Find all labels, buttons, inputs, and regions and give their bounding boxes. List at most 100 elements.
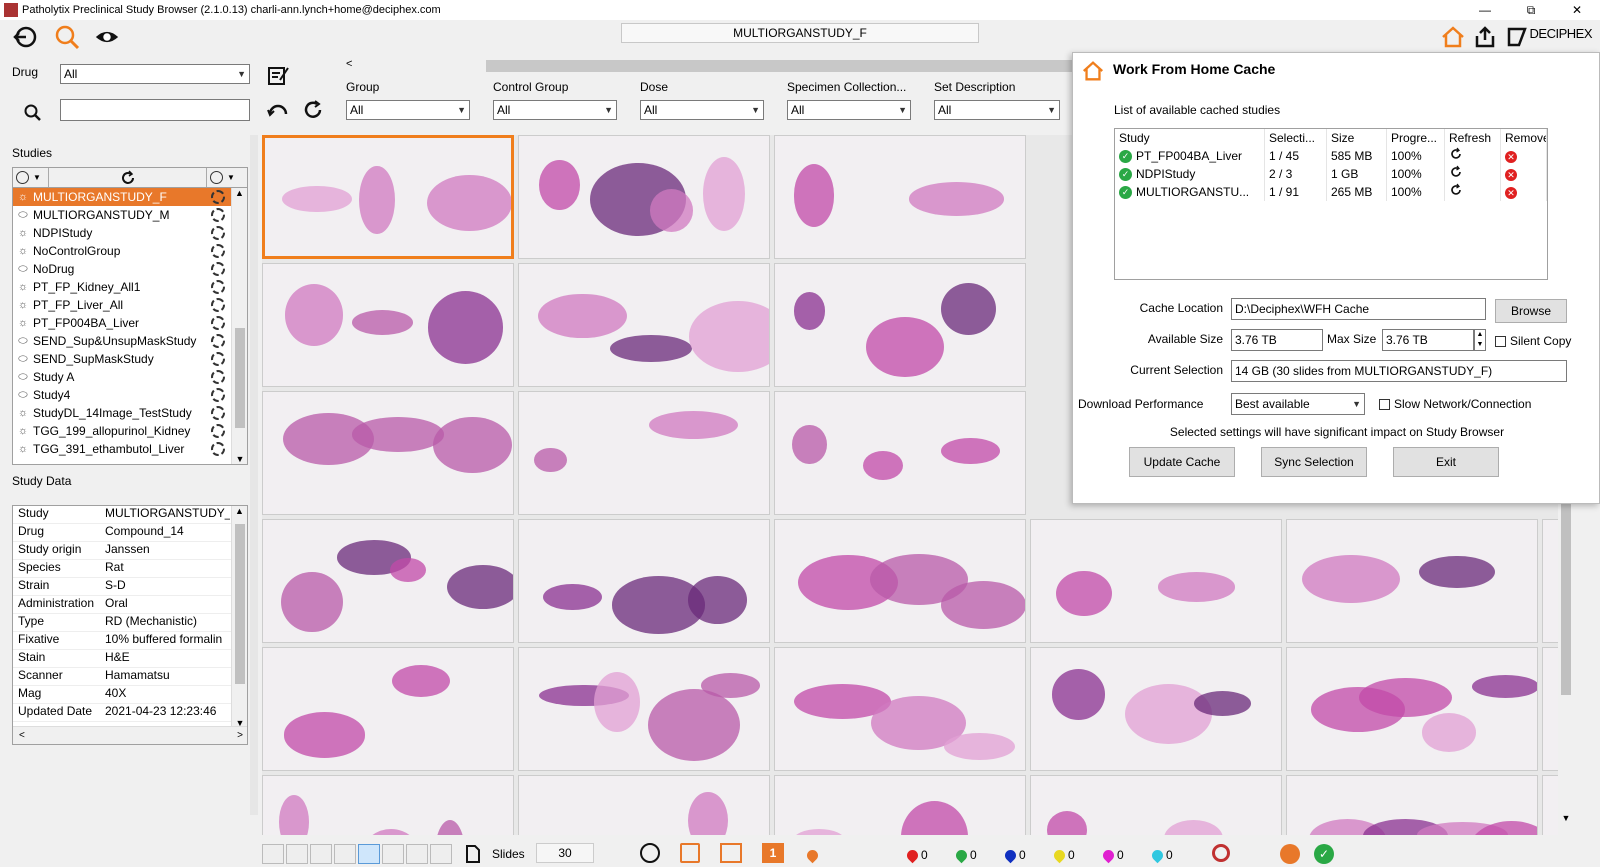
slide-thumbnail[interactable]: [1286, 647, 1538, 771]
marker-count[interactable]: 0: [1051, 848, 1075, 864]
sync-study-icon[interactable]: [211, 424, 225, 438]
filter-select[interactable]: All ▼: [640, 100, 764, 120]
study-list-item[interactable]: ⬭ Study4: [13, 386, 247, 404]
study-list-item[interactable]: ☼ TGG_199_allopurinol_Kidney: [13, 422, 247, 440]
slide-thumbnail[interactable]: [262, 391, 514, 515]
remove-row-icon[interactable]: ✕: [1501, 183, 1547, 201]
refresh-icon[interactable]: [300, 97, 326, 123]
scroll-down-icon[interactable]: ▼: [1558, 813, 1574, 823]
reject-marker-icon[interactable]: [1212, 844, 1230, 862]
slide-thumbnail[interactable]: [774, 263, 1026, 387]
update-cache-button[interactable]: Update Cache: [1129, 447, 1235, 477]
filter-select[interactable]: All ▼: [787, 100, 911, 120]
study-list-item[interactable]: ☼ NDPIStudy: [13, 224, 247, 242]
home-icon[interactable]: [1440, 24, 1466, 50]
minimize-button[interactable]: —: [1462, 0, 1508, 20]
table-row[interactable]: ✓ MULTIORGANSTU... 1 / 91 265 MB 100% ✕: [1115, 183, 1547, 201]
browse-button[interactable]: Browse: [1495, 299, 1567, 323]
layout-button-6[interactable]: [382, 844, 404, 864]
close-button[interactable]: ✕: [1554, 0, 1600, 20]
slide-thumbnail[interactable]: [262, 519, 514, 643]
drug-select[interactable]: All ▼: [60, 64, 250, 84]
scroll-thumb[interactable]: [235, 328, 245, 428]
select-all-radio[interactable]: ▼: [13, 168, 49, 187]
slide-thumbnail[interactable]: [518, 519, 770, 643]
slide-thumbnail[interactable]: [1542, 775, 1558, 835]
layout-button-8[interactable]: [430, 844, 452, 864]
filter-select[interactable]: All ▼: [493, 100, 617, 120]
scroll-up-icon[interactable]: ▲: [232, 188, 247, 198]
studies-scrollbar[interactable]: ▲ ▼: [231, 188, 247, 464]
slide-thumbnail[interactable]: [774, 391, 1026, 515]
slide-thumbnail[interactable]: [1286, 775, 1538, 835]
scroll-up-icon[interactable]: ▲: [232, 506, 247, 516]
column-header[interactable]: Size: [1327, 129, 1387, 147]
sync-study-icon[interactable]: [211, 406, 225, 420]
slide-thumbnail[interactable]: [1030, 647, 1282, 771]
priority-icon[interactable]: 1: [762, 843, 784, 863]
marker-count[interactable]: 0: [1002, 848, 1026, 864]
sync-study-icon[interactable]: [211, 298, 225, 312]
export-icon[interactable]: [1472, 24, 1498, 50]
sync-study-icon[interactable]: [211, 208, 225, 222]
slide-thumbnail[interactable]: [1030, 775, 1282, 835]
remove-row-icon[interactable]: ✕: [1501, 165, 1547, 183]
column-header[interactable]: Remove: [1501, 129, 1547, 147]
column-header[interactable]: Progre...: [1387, 129, 1445, 147]
collapse-filters-icon[interactable]: <: [346, 58, 352, 70]
slide-thumbnail[interactable]: [262, 135, 514, 259]
slide-thumbnail[interactable]: [518, 391, 770, 515]
layout-button-5[interactable]: [358, 844, 380, 864]
scroll-thumb[interactable]: [235, 524, 245, 684]
sync-study-icon[interactable]: [211, 334, 225, 348]
layout-button-4[interactable]: [334, 844, 356, 864]
refresh-row-icon[interactable]: [1445, 165, 1501, 183]
slide-thumbnail[interactable]: [1542, 519, 1558, 643]
slide-thumbnail[interactable]: [1542, 647, 1558, 771]
study-data-scrollbar[interactable]: ▲ ▼: [231, 506, 247, 728]
study-list-item[interactable]: ☼ MULTIORGANSTUDY_F: [13, 188, 247, 206]
table-row[interactable]: ✓ NDPIStudy 2 / 31 GB 100% ✕: [1115, 165, 1547, 183]
sync-study-icon[interactable]: [211, 226, 225, 240]
maximize-button[interactable]: ⧉: [1508, 0, 1554, 20]
layout-button-1[interactable]: [262, 844, 284, 864]
study-data-hscrollbar[interactable]: < >: [13, 726, 247, 744]
study-list-item[interactable]: ☼ PT_FP_Liver_All: [13, 296, 247, 314]
study-list-item[interactable]: ⬭ SEND_SupMaskStudy: [13, 350, 247, 368]
study-list-item[interactable]: ☼ NoControlGroup: [13, 242, 247, 260]
sync-study-icon[interactable]: [211, 262, 225, 276]
max-size-field[interactable]: 3.76 TB: [1382, 329, 1474, 351]
sync-study-icon[interactable]: [211, 388, 225, 402]
sync-selection-button[interactable]: Sync Selection: [1261, 447, 1367, 477]
scroll-down-icon[interactable]: ▼: [232, 454, 247, 464]
study-list-item[interactable]: ⬭ SEND_Sup&UnsupMaskStudy: [13, 332, 247, 350]
slide-thumbnail[interactable]: [774, 775, 1026, 835]
filter-select[interactable]: All ▼: [934, 100, 1060, 120]
orange-marker-icon[interactable]: [804, 848, 821, 864]
edit-notes-icon[interactable]: [265, 62, 291, 88]
slide-thumbnail[interactable]: [262, 647, 514, 771]
remove-row-icon[interactable]: ✕: [1501, 147, 1547, 165]
refresh-row-icon[interactable]: [1445, 183, 1501, 201]
study-list-item[interactable]: ☼ PT_FP_Kidney_All1: [13, 278, 247, 296]
refresh-studies-icon[interactable]: [49, 168, 207, 187]
layout-button-3[interactable]: [310, 844, 332, 864]
exit-button[interactable]: Exit: [1393, 447, 1499, 477]
marker-count[interactable]: 0: [953, 848, 977, 864]
study-list-item[interactable]: ⬭ MULTIORGANSTUDY_M: [13, 206, 247, 224]
cache-location-field[interactable]: D:\Deciphex\WFH Cache: [1231, 298, 1486, 320]
sync-study-icon[interactable]: [211, 442, 225, 456]
study-list-item[interactable]: ☼ PT_FP004BA_Liver: [13, 314, 247, 332]
slides-refresh-icon[interactable]: [464, 844, 482, 867]
slide-thumbnail[interactable]: [1286, 519, 1538, 643]
slide-thumbnail[interactable]: [774, 135, 1026, 259]
slide-thumbnail[interactable]: [518, 775, 770, 835]
notes-icon[interactable]: [680, 843, 700, 863]
study-list-item[interactable]: ☼ TGG_391_ethambutol_Liver: [13, 440, 247, 458]
list-icon[interactable]: [720, 843, 742, 863]
sync-study-icon[interactable]: [211, 244, 225, 258]
sync-study-icon[interactable]: [211, 280, 225, 294]
slide-thumbnail[interactable]: [262, 263, 514, 387]
eye-icon[interactable]: [94, 24, 120, 50]
column-header[interactable]: Refresh: [1445, 129, 1501, 147]
